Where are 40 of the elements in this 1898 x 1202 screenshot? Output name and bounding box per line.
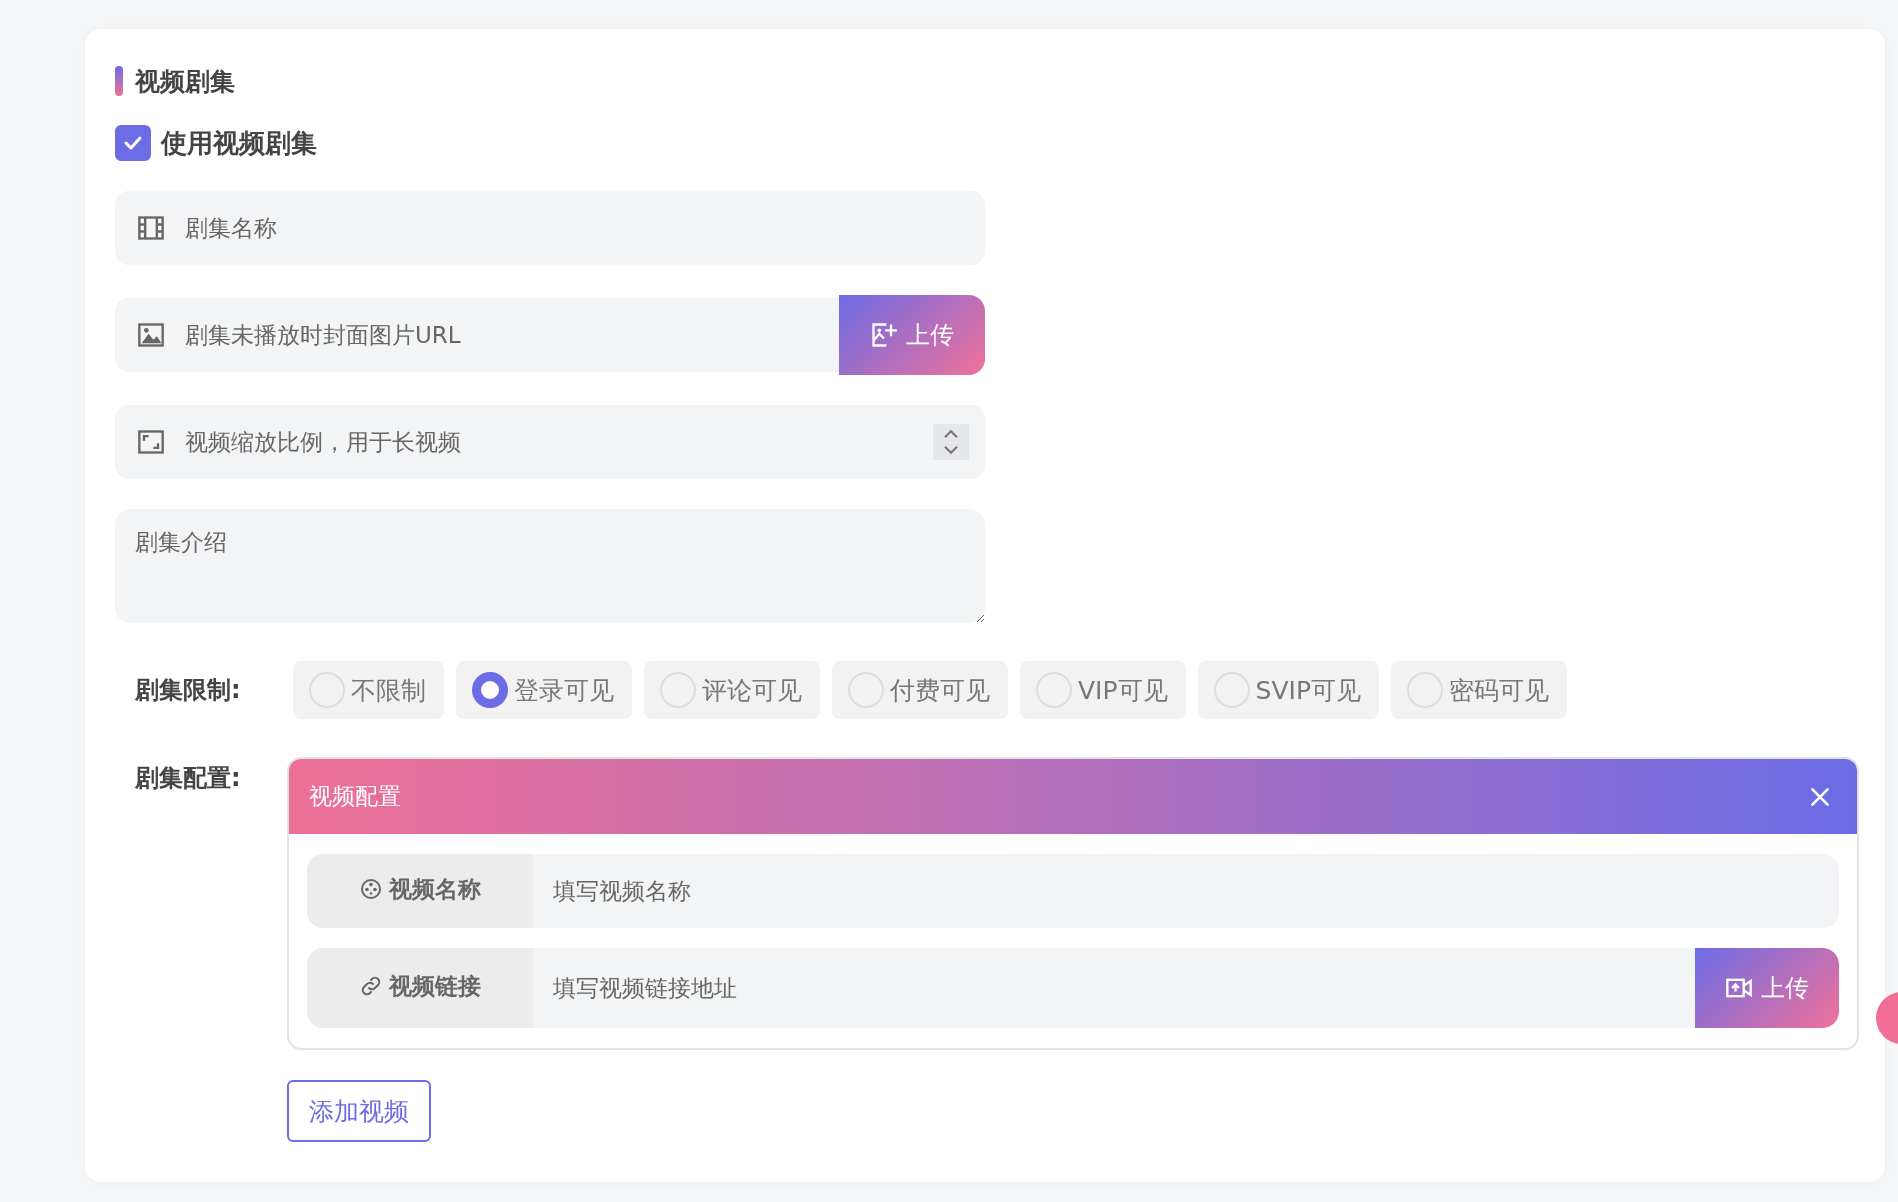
add-video-button[interactable]: 添加视频 (287, 1080, 431, 1142)
radio-label: 不限制 (351, 674, 426, 707)
link-icon (359, 974, 383, 998)
radio-option[interactable]: SVIP可见 (1197, 661, 1379, 719)
image-icon (137, 321, 165, 349)
panel-title: 视频配置 (309, 782, 401, 811)
input-label: 视频名称 (307, 854, 533, 928)
input-field[interactable]: 填写视频链接地址 (533, 948, 1695, 1028)
input-field[interactable]: 剧集未播放时封面图片URL (115, 298, 839, 372)
image-add-icon (870, 321, 898, 349)
radio-label: 评论可见 (702, 674, 802, 707)
upload-button[interactable]: 上传 (1695, 948, 1839, 1028)
select-field[interactable]: 视频缩放比例，用于长视频 (115, 405, 985, 479)
radio-option[interactable]: 登录可见 (456, 661, 632, 719)
radio-option[interactable]: 密码可见 (1391, 661, 1567, 719)
radio-label: VIP可见 (1078, 674, 1168, 707)
radio-label: 付费可见 (890, 674, 990, 707)
accent-bar (115, 66, 123, 96)
text-area[interactable]: 剧集介绍 (115, 509, 985, 623)
stepper-icon (933, 424, 969, 460)
radio-label: 密码可见 (1449, 674, 1549, 707)
radio-option[interactable]: 付费可见 (832, 661, 1008, 719)
input-field[interactable]: 剧集名称 (115, 191, 985, 265)
input-label: 视频链接 (307, 948, 533, 1028)
field-label: 剧集配置: (133, 763, 242, 794)
radio-option[interactable]: VIP可见 (1020, 661, 1186, 719)
radio-label: 登录可见 (514, 674, 614, 707)
radio-label: SVIP可见 (1255, 674, 1361, 707)
checkbox-label: 使用视频剧集 (161, 126, 317, 160)
film-reel-icon (359, 877, 383, 901)
field-label: 剧集限制: (133, 675, 242, 706)
film-icon (137, 214, 165, 242)
radio-button[interactable] (472, 672, 508, 708)
section-title: 视频剧集 (135, 65, 235, 98)
checkbox[interactable] (115, 125, 151, 161)
radio-option[interactable]: 不限制 (293, 661, 444, 719)
upload-button[interactable]: 上传 (839, 295, 985, 375)
aspect-ratio-icon (137, 428, 165, 456)
input-field[interactable]: 填写视频名称 (533, 854, 1839, 928)
radio-option[interactable]: 评论可见 (644, 661, 820, 719)
